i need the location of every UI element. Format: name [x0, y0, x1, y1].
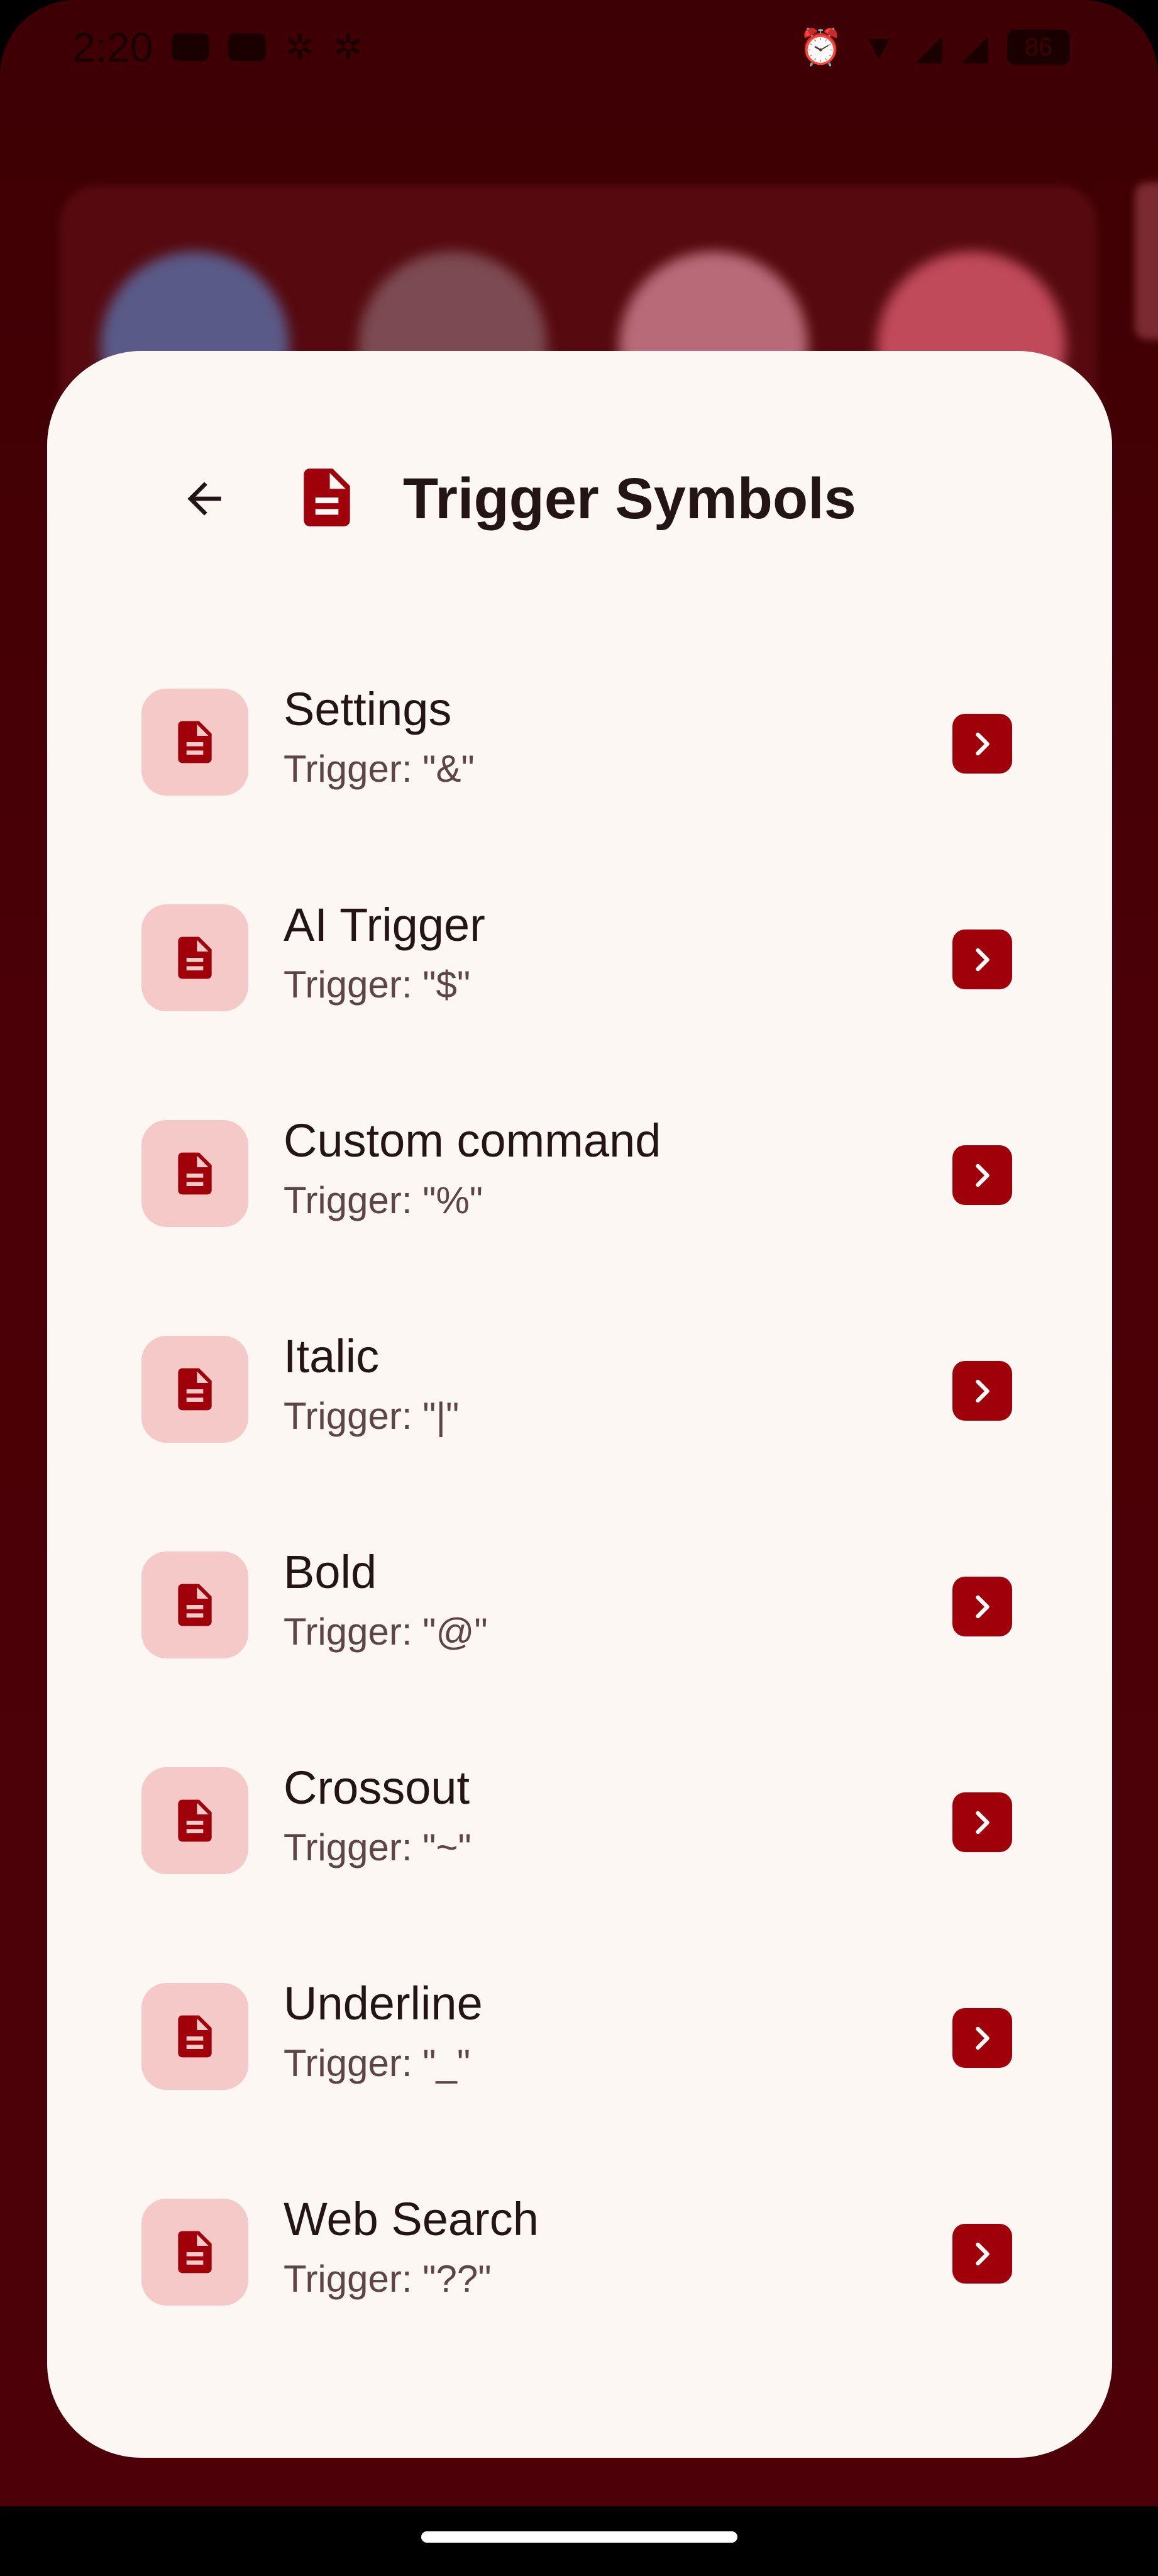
list-item[interactable]: Settings Trigger: "&": [47, 634, 1112, 850]
arrow-left-icon: [187, 482, 221, 516]
list-item[interactable]: Underline Trigger: "_": [47, 1928, 1112, 2144]
document-icon: [178, 936, 212, 979]
item-trigger: Trigger: "_": [284, 2042, 471, 2084]
open-button[interactable]: [952, 1361, 1012, 1421]
youtube-icon: [228, 33, 267, 61]
open-button[interactable]: [952, 930, 1012, 989]
trigger-list: Settings Trigger: "&" AI Trigger Trigger…: [47, 634, 1112, 2360]
back-button[interactable]: [163, 458, 245, 540]
document-icon: [304, 469, 350, 526]
signal-icon: ◢: [915, 27, 942, 67]
open-button[interactable]: [952, 1577, 1012, 1636]
chevron-right-icon: [975, 2026, 990, 2050]
document-icon: [178, 1799, 212, 1842]
chevron-right-icon: [975, 1163, 990, 1187]
slack-icon: ✲: [333, 27, 363, 67]
chevron-right-icon: [975, 1811, 990, 1834]
open-button[interactable]: [952, 714, 1012, 774]
item-trigger: Trigger: "%": [284, 1179, 483, 1221]
list-item[interactable]: AI Trigger Trigger: "$": [47, 850, 1112, 1065]
document-icon: [178, 1584, 212, 1626]
item-title: Settings: [284, 683, 452, 735]
item-trigger: Trigger: "@": [284, 1611, 488, 1653]
item-icon-container: [141, 1120, 248, 1227]
list-item[interactable]: Italic Trigger: "|": [47, 1281, 1112, 1497]
item-title: Bold: [284, 1546, 377, 1598]
list-item[interactable]: Custom command Trigger: "%": [47, 1065, 1112, 1281]
document-icon: [178, 1368, 212, 1411]
item-trigger: Trigger: "$": [284, 963, 471, 1006]
item-icon-container: [141, 1336, 248, 1443]
item-title: Underline: [284, 1977, 483, 2029]
open-button[interactable]: [952, 2224, 1012, 2284]
youtube-icon: [172, 33, 210, 61]
status-time: 2:20: [72, 24, 153, 70]
item-icon-container: [141, 1767, 248, 1874]
chevron-right-icon: [975, 1379, 990, 1402]
trigger-symbols-sheet: Trigger Symbols Settings Trigger: "&" AI…: [47, 351, 1112, 2458]
open-button[interactable]: [952, 2008, 1012, 2068]
chevron-right-icon: [975, 1595, 990, 1618]
slack-icon: ✲: [285, 27, 315, 67]
open-button[interactable]: [952, 1792, 1012, 1852]
wifi-icon: ▼: [861, 27, 896, 67]
home-gesture-handle[interactable]: [421, 2531, 737, 2543]
document-icon: [178, 1152, 212, 1195]
item-trigger: Trigger: "~": [284, 1826, 471, 1868]
item-title: Custom command: [284, 1114, 661, 1167]
sheet-header: Trigger Symbols: [47, 351, 1112, 634]
chevron-right-icon: [975, 948, 990, 971]
background-edge-tab: [1135, 182, 1158, 340]
screen: 2:20 ✲ ✲ ⏰ ▼ ◢ ◢ 86 Trigger Symbols Sett…: [0, 0, 1158, 2576]
status-right: ⏰ ▼ ◢ ◢ 86: [799, 30, 1070, 65]
item-trigger: Trigger: "|": [284, 1395, 460, 1437]
list-item[interactable]: Crossout Trigger: "~": [47, 1713, 1112, 1928]
alarm-icon: ⏰: [798, 27, 843, 67]
signal-icon: ◢: [961, 27, 988, 67]
page-title: Trigger Symbols: [403, 467, 856, 531]
item-title: AI Trigger: [284, 899, 485, 951]
item-title: Web Search: [284, 2193, 539, 2245]
status-left: 2:20 ✲ ✲: [72, 23, 363, 71]
item-title: Crossout: [284, 1762, 470, 1814]
battery-indicator: 86: [1007, 30, 1070, 65]
item-icon-container: [141, 689, 248, 796]
open-button[interactable]: [952, 1145, 1012, 1205]
document-icon: [178, 2015, 212, 2058]
list-item[interactable]: Web Search Trigger: "??": [47, 2144, 1112, 2360]
item-icon-container: [141, 2199, 248, 2306]
item-trigger: Trigger: "&": [284, 748, 475, 790]
item-icon-container: [141, 1983, 248, 2090]
list-item[interactable]: Bold Trigger: "@": [47, 1497, 1112, 1713]
document-icon: [178, 721, 212, 763]
status-bar: 2:20 ✲ ✲ ⏰ ▼ ◢ ◢ 86: [0, 0, 1158, 94]
item-icon-container: [141, 1552, 248, 1658]
item-title: Italic: [284, 1330, 380, 1382]
chevron-right-icon: [975, 732, 990, 755]
item-trigger: Trigger: "??": [284, 2258, 492, 2300]
document-icon: [178, 2231, 212, 2273]
item-icon-container: [141, 904, 248, 1011]
chevron-right-icon: [975, 2242, 990, 2265]
